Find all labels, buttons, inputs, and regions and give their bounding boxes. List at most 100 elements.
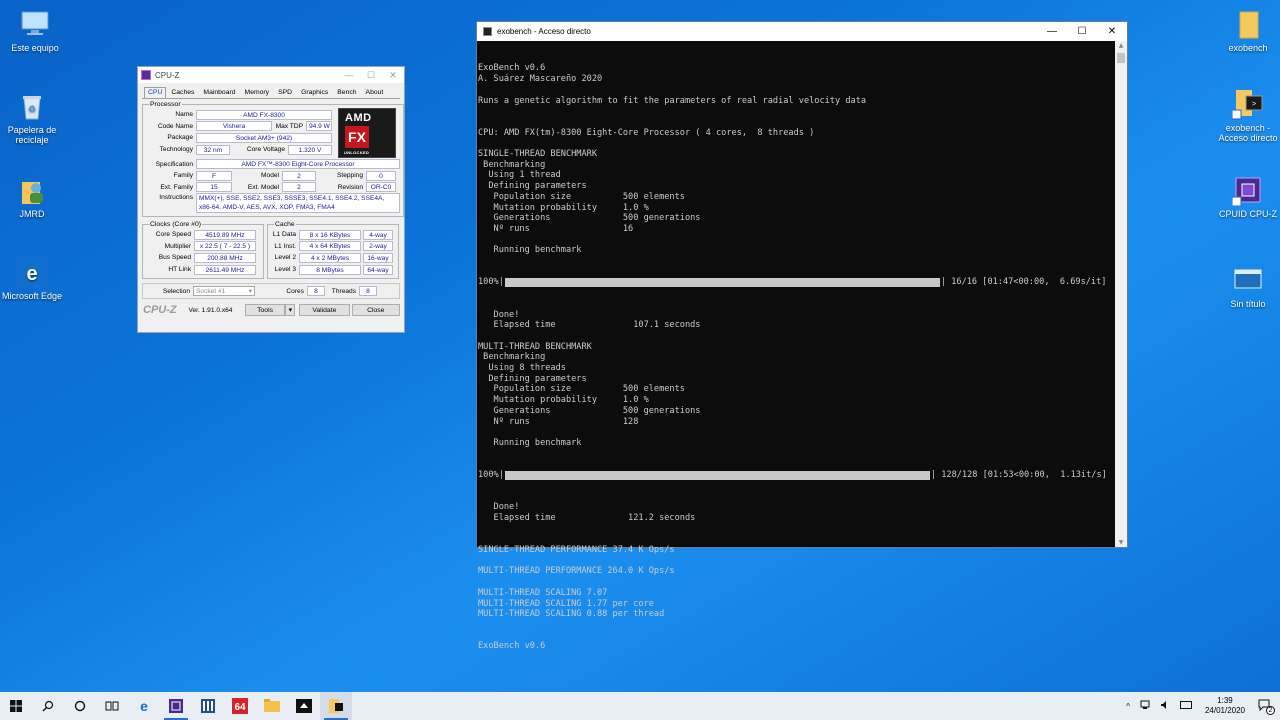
maximize-icon[interactable]: ☐ [360, 70, 382, 81]
desktop-icon-papelera[interactable]: ♻ Papelera de reciclaje [0, 90, 67, 145]
level2-value: 4 x 2 MBytes [299, 252, 361, 263]
taskbar-exobench[interactable] [320, 692, 352, 720]
tab-caches[interactable]: Caches [167, 87, 198, 98]
tab-mainboard[interactable]: Mainboard [199, 87, 239, 98]
l1inst-label: L1 Inst. [274, 242, 296, 250]
validate-button[interactable]: Validate [299, 304, 350, 316]
amd-fx-logo: AMD FX UNLOCKED [338, 108, 396, 158]
keyboard-icon[interactable] [1175, 700, 1197, 712]
svg-text:e: e [140, 699, 148, 713]
tab-about[interactable]: About [362, 87, 388, 98]
desktop-icon-sin-titulo[interactable]: Sin título [1213, 264, 1280, 309]
taskbar-cpuz[interactable] [160, 692, 192, 720]
console-line: A. Suárez Mascareño 2020 [478, 74, 603, 85]
cores-value: 8 [307, 286, 325, 296]
scroll-up-icon[interactable]: ▲ [1115, 42, 1127, 49]
level3-value: 8 MBytes [299, 264, 361, 275]
selection-dropdown[interactable]: Socket #1 ▾ [193, 286, 255, 296]
clock[interactable]: 1:39 24/01/2020 [1197, 696, 1253, 716]
computer-icon [19, 8, 51, 40]
desktop-icon-exobench-folder[interactable]: exobench [1213, 8, 1280, 53]
close-icon[interactable]: ✕ [1097, 26, 1127, 37]
desktop-icon-cpuz[interactable]: CPUID CPU-Z [1213, 174, 1280, 219]
desktop-icon-label: Papelera de reciclaje [7, 125, 57, 145]
revision-label: Revision [337, 183, 363, 191]
start-button[interactable] [0, 692, 32, 720]
scroll-thumb[interactable] [1117, 53, 1125, 63]
validate-label: Validate [312, 306, 337, 314]
l1data-value: 8 x 16 KBytes [299, 229, 361, 240]
desktop-icon-este-equipo[interactable]: Este equipo [0, 8, 70, 53]
console-lines-top: ExoBench v0.6 A. Suárez Mascareño 2020 Ru… [478, 63, 1114, 256]
cpuz-title: CPU-Z [155, 70, 180, 80]
tools-button[interactable]: Tools [244, 304, 286, 316]
console-app-icon [483, 27, 492, 36]
console-line: Benchmarking [478, 159, 546, 170]
taskbar-file-explorer[interactable] [256, 692, 288, 720]
close-button[interactable]: Close [351, 304, 400, 316]
desktop-icon-exobench-shortcut[interactable]: > exobench - Acceso directo [1213, 88, 1280, 143]
console-window[interactable]: exobench - Acceso directo — ☐ ✕ ExoBench… [476, 21, 1128, 651]
maximize-icon[interactable]: ☐ [1067, 26, 1097, 37]
cpuz-window[interactable]: CPU-Z — ☐ ✕ CPU Caches Mainboard Memory … [137, 66, 405, 333]
minimize-icon[interactable]: — [1037, 26, 1067, 37]
scroll-down-icon[interactable]: ▼ [1115, 539, 1127, 546]
tab-spd[interactable]: SPD [274, 87, 296, 98]
console-titlebar[interactable]: exobench - Acceso directo — ☐ ✕ [477, 22, 1127, 41]
tab-graphics[interactable]: Graphics [297, 87, 332, 98]
notification-center[interactable]: 2 [1253, 699, 1280, 715]
technology-value: 32 nm [196, 144, 230, 155]
threads-value: 8 [359, 286, 377, 296]
search-button[interactable] [32, 692, 64, 720]
taskbar-steam[interactable] [288, 692, 320, 720]
fx-logo-text: FX [345, 126, 369, 148]
cortana-button[interactable] [64, 692, 96, 720]
close-icon[interactable]: ✕ [382, 70, 404, 81]
level3-label: Level 3 [274, 266, 296, 274]
console-line: Defining parameters [478, 373, 587, 384]
svg-text:64: 64 [234, 702, 246, 713]
volume-icon[interactable] [1155, 700, 1175, 712]
console-output[interactable]: ExoBench v0.6 A. Suárez Mascareño 2020 Ru… [478, 42, 1114, 673]
tab-bench[interactable]: Bench [333, 87, 360, 98]
console-line: Nº runs 128 [478, 416, 639, 427]
minimize-icon[interactable]: — [338, 70, 360, 81]
model-value: 2 [282, 170, 316, 181]
stepping-label: Stepping [336, 172, 363, 180]
tab-cpu[interactable]: CPU [144, 87, 167, 98]
task-view-button[interactable] [96, 692, 128, 720]
clocks-group: Clocks (Core #0) Core Speed 4519.89 MHz … [142, 221, 264, 279]
clock-time: 1:39 [1217, 696, 1233, 705]
chevron-up-icon[interactable]: ^ [1121, 702, 1135, 711]
taskbar-aida64[interactable]: 64 [224, 692, 256, 720]
edge-icon: e [16, 256, 48, 288]
taskbar-calculator[interactable] [192, 692, 224, 720]
busspeed-label: Bus Speed [158, 254, 191, 262]
progress-fill [504, 278, 940, 288]
tab-memory[interactable]: Memory [241, 87, 274, 98]
network-icon[interactable] [1135, 700, 1155, 712]
console-line: Mutation probability 1.0 % [478, 395, 649, 406]
taskbar-edge[interactable]: e [128, 692, 160, 720]
instructions-line: x86-64, AMD-V, AES, AVX, XOP, FMA3, FMA4 [199, 204, 335, 212]
desktop-icon-edge[interactable]: e Microsoft Edge [0, 256, 67, 301]
tools-dropdown-icon[interactable]: ▾ [285, 304, 296, 316]
htlink-label: HT Link [168, 266, 191, 274]
task-view-icon [105, 701, 119, 711]
notification-badge: 2 [1266, 706, 1275, 715]
console-title: exobench - Acceso directo [497, 27, 591, 36]
calculator-icon [201, 699, 215, 713]
package-value: Socket AM3+ (942) [196, 132, 332, 143]
cpuz-titlebar[interactable]: CPU-Z — ☐ ✕ [138, 67, 404, 83]
console-scrollbar[interactable]: ▲ ▼ [1115, 41, 1127, 547]
desktop-icon-label: exobench [1228, 43, 1268, 53]
console-line: Benchmarking [478, 352, 546, 363]
console-line: MULTI-THREAD SCALING 1.77 per core [478, 598, 654, 609]
desktop-icon-jmrd[interactable]: JMRD [0, 174, 67, 219]
